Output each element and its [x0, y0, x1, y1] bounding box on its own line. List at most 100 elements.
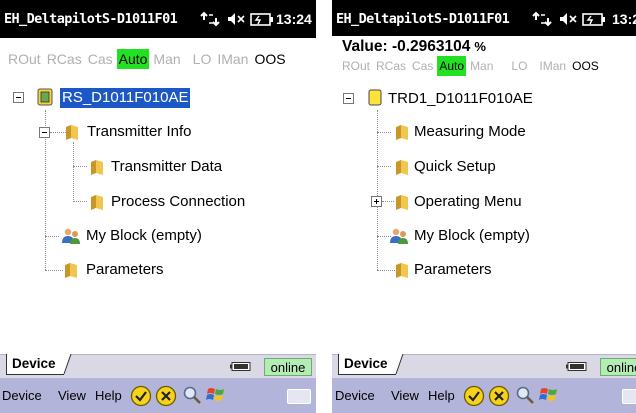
- tree-connector: [73, 142, 74, 202]
- title-bar: EH_DeltapilotS-D1011F01 13:24: [0, 0, 316, 38]
- menu-help[interactable]: Help: [428, 388, 455, 403]
- tab-edge: [62, 354, 72, 375]
- tree-item-label: Transmitter Data: [111, 158, 223, 175]
- connectivity-icon[interactable]: [532, 10, 554, 28]
- folder-icon: [396, 195, 408, 210]
- folder-icon: [65, 263, 77, 278]
- tree-item-label: TRD1_D1011F010AE: [388, 90, 533, 107]
- folder-icon: [91, 195, 103, 210]
- battery-charging-icon[interactable]: [250, 10, 274, 28]
- clock: 13:2: [612, 11, 636, 27]
- tab-edge: [394, 354, 404, 375]
- windows-start-icon[interactable]: [205, 385, 227, 405]
- transducer-block-icon: [368, 89, 382, 106]
- screen-divider: [316, 0, 332, 413]
- mode-lo[interactable]: LO: [191, 49, 214, 69]
- tree-item-label: Measuring Mode: [414, 123, 526, 140]
- mode-lo[interactable]: LO: [509, 56, 529, 76]
- keyboard-icon[interactable]: [622, 389, 636, 404]
- mode-oos[interactable]: OOS: [252, 49, 287, 69]
- folder-icon: [396, 160, 408, 175]
- tree-item-label: Parameters: [414, 261, 492, 278]
- menu-view[interactable]: View: [58, 388, 86, 403]
- resource-block-icon: [37, 88, 53, 106]
- tab-bar: Device online: [0, 354, 316, 379]
- mode-iman[interactable]: IMan: [537, 56, 568, 76]
- menu-device[interactable]: Device: [335, 388, 375, 403]
- mode-cas[interactable]: Cas: [410, 56, 435, 76]
- mode-iman[interactable]: IMan: [215, 49, 250, 69]
- block-mode-bar: ROut RCas Cas Auto Man LO IMan OOS: [6, 49, 316, 71]
- folder-icon: [66, 125, 78, 140]
- window-title: EH_DeltapilotS-D1011F01: [336, 11, 510, 27]
- battery-icon: [230, 362, 251, 371]
- collapse-toggle[interactable]: [39, 127, 50, 138]
- tree-item-label: Transmitter Info: [87, 123, 192, 140]
- window-title: EH_DeltapilotS-D1011F01: [4, 11, 178, 27]
- mode-rout[interactable]: ROut: [340, 56, 372, 76]
- value-label: Value: -0.2963104: [342, 38, 471, 55]
- windows-start-icon[interactable]: [538, 385, 560, 405]
- device-screen-left: EH_DeltapilotS-D1011F01 13:24 ROut RCas Ca…: [0, 0, 316, 413]
- ok-icon[interactable]: [130, 385, 152, 407]
- value-unit: %: [474, 39, 486, 54]
- tree-connector: [73, 201, 87, 202]
- mode-rcas[interactable]: RCas: [374, 56, 408, 76]
- search-icon[interactable]: [182, 385, 202, 405]
- cancel-icon[interactable]: [155, 385, 177, 407]
- block-mode-bar: ROut RCas Cas Auto Man LO IMan OOS: [340, 56, 636, 78]
- battery-charging-icon[interactable]: [582, 10, 606, 28]
- mode-auto[interactable]: Auto: [437, 56, 467, 76]
- connectivity-icon[interactable]: [200, 10, 222, 28]
- mode-cas[interactable]: Cas: [86, 49, 115, 69]
- folder-icon: [396, 125, 408, 140]
- menu-bar: Device View Help: [332, 378, 636, 413]
- ok-icon[interactable]: [463, 385, 485, 407]
- tree-item-label: RS_D1011F010AE: [60, 88, 191, 108]
- mode-man[interactable]: Man: [468, 56, 495, 76]
- users-icon: [62, 228, 80, 244]
- mode-auto[interactable]: Auto: [116, 49, 150, 69]
- users-icon: [390, 228, 408, 244]
- cancel-icon[interactable]: [488, 385, 510, 407]
- speaker-muted-icon[interactable]: [226, 10, 246, 28]
- keyboard-icon[interactable]: [287, 389, 311, 404]
- expand-toggle[interactable]: [371, 196, 382, 207]
- status-badge: online: [264, 358, 312, 376]
- tab-device[interactable]: Device: [6, 354, 64, 375]
- menu-view[interactable]: View: [391, 388, 419, 403]
- tree-item-label: My Block (empty): [414, 227, 530, 244]
- collapse-toggle[interactable]: [343, 93, 354, 104]
- menu-help[interactable]: Help: [95, 388, 122, 403]
- mode-oos[interactable]: OOS: [570, 56, 601, 76]
- speaker-muted-icon[interactable]: [558, 10, 578, 28]
- tree-item-label: Process Connection: [111, 193, 246, 210]
- tree-connector: [45, 270, 63, 271]
- status-badge: online: [600, 358, 636, 376]
- folder-icon: [91, 160, 103, 175]
- tree-item-label: Parameters: [86, 261, 164, 278]
- tab-bar: Device online: [332, 354, 636, 379]
- tree-connector: [377, 166, 391, 167]
- tree-connector: [45, 236, 59, 237]
- tree-connector: [73, 166, 87, 167]
- title-bar: EH_DeltapilotS-D1011F01 13:2: [332, 0, 636, 36]
- tree-item-label: My Block (empty): [86, 227, 202, 244]
- mode-man[interactable]: Man: [151, 49, 182, 69]
- tree-connector: [382, 201, 394, 202]
- battery-icon: [566, 362, 587, 371]
- menu-bar: Device View Help: [0, 378, 316, 413]
- folder-icon: [396, 263, 408, 278]
- menu-device[interactable]: Device: [2, 388, 42, 403]
- tree-connector: [377, 110, 378, 270]
- tree-item-label: Quick Setup: [414, 158, 496, 175]
- value-readout: Value: -0.2963104%: [342, 38, 486, 56]
- tree-item-label: Operating Menu: [414, 193, 522, 210]
- search-icon[interactable]: [515, 385, 535, 405]
- tree-connector: [377, 270, 395, 271]
- mode-rcas[interactable]: RCas: [45, 49, 84, 69]
- mode-rout[interactable]: ROut: [6, 49, 43, 69]
- clock: 13:24: [276, 11, 312, 27]
- tab-device[interactable]: Device: [338, 354, 396, 375]
- collapse-toggle[interactable]: [13, 92, 24, 103]
